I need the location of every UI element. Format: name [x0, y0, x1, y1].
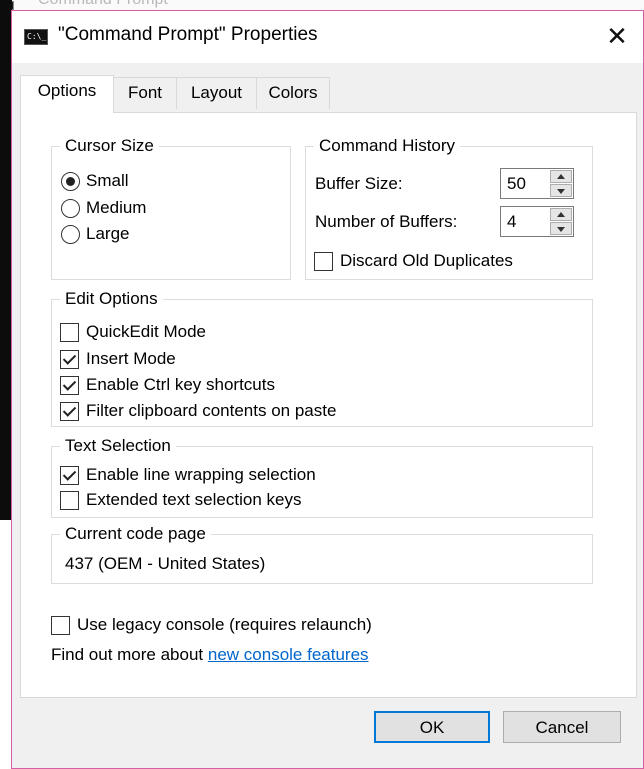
ctrl-shortcuts-box[interactable]	[60, 375, 79, 395]
command-history-legend: Command History	[314, 135, 461, 157]
discard-duplicates-checkbox[interactable]: Discard Old Duplicates	[314, 249, 513, 273]
command-history-group: Command History Buffer Size: Number of B…	[305, 135, 593, 280]
tab-colors[interactable]: Colors	[256, 77, 330, 109]
filter-clipboard-box[interactable]	[60, 401, 79, 421]
cursor-size-legend: Cursor Size	[60, 135, 159, 157]
find-out-more-text: Find out more about	[51, 645, 208, 664]
radio-large-indicator[interactable]	[61, 224, 80, 244]
radio-small[interactable]: Small	[61, 169, 129, 193]
radio-small-indicator[interactable]	[61, 171, 80, 191]
title-bar[interactable]: C:\_ "Command Prompt" Properties ✕	[12, 11, 643, 63]
buffer-size-arrows	[550, 170, 572, 197]
radio-small-label: Small	[86, 171, 129, 190]
code-page-legend: Current code page	[60, 523, 211, 545]
legacy-console-box[interactable]	[51, 615, 70, 635]
num-buffers-input[interactable]	[501, 207, 549, 236]
radio-medium[interactable]: Medium	[61, 196, 146, 220]
close-button[interactable]: ✕	[601, 21, 633, 53]
ctrl-shortcuts-checkbox[interactable]: Enable Ctrl key shortcuts	[60, 373, 275, 397]
num-buffers-label: Number of Buffers:	[315, 212, 458, 231]
quickedit-label: QuickEdit Mode	[86, 322, 206, 341]
code-page-group: Current code page 437 (OEM - United Stat…	[51, 523, 593, 584]
legacy-console-checkbox[interactable]: Use legacy console (requires relaunch)	[51, 613, 372, 637]
num-buffers-spinner[interactable]	[500, 206, 574, 237]
line-wrapping-checkbox[interactable]: Enable line wrapping selection	[60, 463, 316, 487]
text-selection-group: Text Selection Enable line wrapping sele…	[51, 435, 593, 518]
extended-selection-checkbox[interactable]: Extended text selection keys	[60, 488, 301, 512]
quickedit-box[interactable]	[60, 322, 79, 342]
buffer-size-spinner[interactable]	[500, 168, 574, 199]
edit-options-group: Edit Options QuickEdit Mode Insert Mode …	[51, 288, 593, 427]
radio-medium-indicator[interactable]	[61, 198, 80, 218]
new-console-features-link[interactable]: new console features	[208, 645, 369, 665]
num-buffers-arrows	[550, 208, 572, 235]
radio-large[interactable]: Large	[61, 222, 129, 246]
command-prompt-icon: C:\_	[24, 29, 48, 45]
background-window-title: Command Prompt	[38, 0, 168, 9]
radio-large-label: Large	[86, 224, 130, 243]
buffer-size-input[interactable]	[501, 169, 549, 198]
extended-selection-label: Extended text selection keys	[86, 490, 302, 509]
quickedit-checkbox[interactable]: QuickEdit Mode	[60, 320, 206, 344]
insert-mode-label: Insert Mode	[86, 349, 176, 368]
code-page-value: 437 (OEM - United States)	[65, 554, 266, 573]
tab-layout[interactable]: Layout	[176, 77, 257, 109]
filter-clipboard-checkbox[interactable]: Filter clipboard contents on paste	[60, 399, 336, 423]
legacy-console-label: Use legacy console (requires relaunch)	[77, 615, 372, 634]
find-out-more: Find out more about new console features	[51, 643, 369, 667]
num-buffers-up-arrow[interactable]	[550, 208, 572, 221]
buffer-size-down-arrow[interactable]	[550, 184, 572, 197]
text-selection-legend: Text Selection	[60, 435, 176, 457]
buffer-size-label: Buffer Size:	[315, 174, 403, 193]
close-icon: ✕	[606, 21, 628, 51]
ok-button[interactable]: OK	[374, 711, 490, 743]
cancel-button[interactable]: Cancel	[503, 711, 621, 743]
properties-dialog: C:\_ "Command Prompt" Properties ✕ Optio…	[11, 10, 644, 769]
cursor-size-group: Cursor Size Small Medium Large	[51, 135, 291, 280]
filter-clipboard-label: Filter clipboard contents on paste	[86, 401, 337, 420]
tab-font[interactable]: Font	[113, 77, 177, 109]
line-wrapping-label: Enable line wrapping selection	[86, 465, 316, 484]
extended-selection-box[interactable]	[60, 490, 79, 510]
dialog-title: "Command Prompt" Properties	[58, 24, 318, 45]
background-window-titlebar: Command Prompt	[0, 0, 644, 10]
buffer-size-up-arrow[interactable]	[550, 170, 572, 183]
insert-mode-box[interactable]	[60, 349, 79, 369]
tab-options[interactable]: Options	[20, 75, 114, 113]
num-buffers-down-arrow[interactable]	[550, 222, 572, 235]
options-panel: Cursor Size Small Medium Large Command H…	[20, 112, 637, 698]
insert-mode-checkbox[interactable]: Insert Mode	[60, 347, 176, 371]
edit-options-legend: Edit Options	[60, 288, 163, 310]
discard-duplicates-box[interactable]	[314, 251, 333, 271]
radio-medium-label: Medium	[86, 198, 147, 217]
discard-duplicates-label: Discard Old Duplicates	[340, 251, 513, 270]
line-wrapping-box[interactable]	[60, 465, 79, 485]
ctrl-shortcuts-label: Enable Ctrl key shortcuts	[86, 375, 275, 394]
